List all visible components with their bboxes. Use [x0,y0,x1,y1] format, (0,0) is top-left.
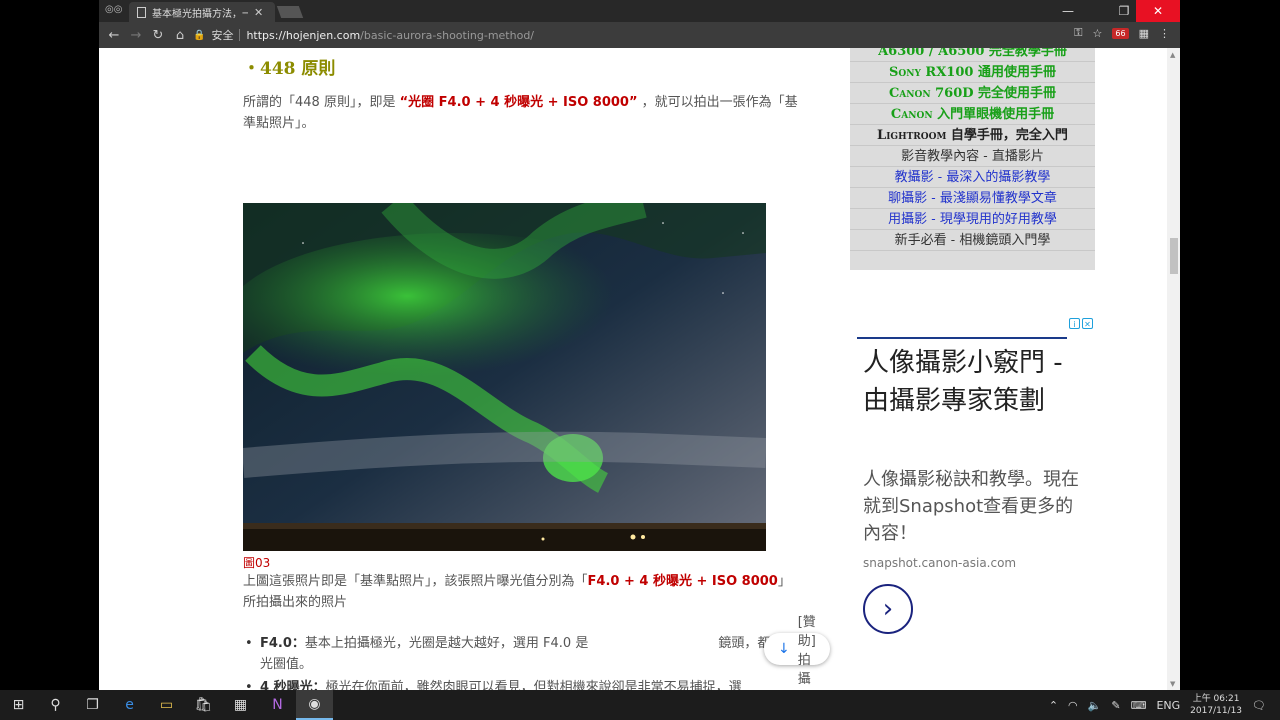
calculator-icon[interactable]: ▦ [222,690,259,720]
arrow-down-icon: ↓ [778,641,790,657]
ad-divider [857,337,1067,339]
photo-caption: 圖03 [243,556,271,570]
keyboard-icon[interactable]: ⌨ [1131,699,1147,712]
url-path: /basic-aurora-shooting-method/ [360,28,535,42]
security-label: 安全 [211,29,234,42]
sidebar-item-use[interactable]: 用攝影 - 現學現用的好用教學 [850,210,1095,230]
para2-highlight: F4.0 + 4 秒曝光 + ISO 8000 [587,574,778,589]
bullet-term: 4 秒曝光： [260,680,326,690]
browser-toolbar: ← → ↻ ⌂ 🔒 安全 https://hojenjen.com /basic… [99,22,1180,48]
chevron-up-icon[interactable]: ⌃ [1049,699,1058,712]
scroll-thumb[interactable] [1170,238,1178,274]
volume-icon[interactable]: 🔈 [1088,699,1102,712]
advertisement[interactable]: i ✕ 人像攝影小竅門 - 由攝影專家策劃 人像攝影秘訣和教學。現在就到Snap… [857,318,1095,690]
ad-chevron-right-icon[interactable]: › [863,584,913,634]
ad-close-icon[interactable]: ✕ [1082,318,1093,329]
para2-text: 上圖這張照片即是「基準點照片」，該張照片曝光值分別為「 [243,574,588,589]
ad-description[interactable]: 人像攝影秘訣和教學。現在就到Snapshot查看更多的內容！ [863,466,1083,547]
url-host: https://hojenjen.com [246,28,361,42]
paragraph-photo: 上圖這張照片即是「基準點照片」，該張照片曝光值分別為「F4.0 + 4 秒曝光 … [243,571,803,613]
pen-icon[interactable]: ✎ [1111,699,1120,712]
sidebar-item-lightroom[interactable]: Lightroom 自學手冊，完全入門 [850,126,1095,146]
wifi-icon[interactable]: ◠ [1068,699,1078,712]
bullet-text: 極光在你面前，雖然肉眼可以看見，但對相機來說卻是非常不易捕捉，選 [325,680,742,690]
notification-icon[interactable]: 🗨 [1252,699,1266,712]
sidebar-item-talk[interactable]: 聊攝影 - 最淺顯易懂教學文章 [850,189,1095,209]
task-view-icon[interactable]: ❐ [74,690,111,720]
minimize-button[interactable]: — [1046,0,1090,22]
sponsored-content-button[interactable]: ↓ [贊助] 拍攝 [764,615,830,687]
system-tray: ⌃ ◠ 🔈 ✎ ⌨ ENG 上午 06:21 2017/11/13 🗨 [1049,690,1280,720]
sponsored-label: [贊助] 拍攝 [797,615,816,687]
sidebar-item-760d[interactable]: Canon 760D 完全使用手冊 [850,84,1095,104]
new-tab-button[interactable] [276,6,304,18]
search-icon[interactable]: ⚲ [37,690,74,720]
forward-arrow-icon[interactable]: → [125,28,147,43]
address-bar[interactable]: 🔒 安全 https://hojenjen.com /basic-aurora-… [189,25,1047,45]
page-scrollbar[interactable]: ▲ ▼ [1167,48,1180,690]
ad-title[interactable]: 人像攝影小竅門 - 由攝影專家策劃 [863,344,1083,420]
sidebar-menu: A6300 / A6500 完全教學手冊 Sony RX100 通用使用手冊 C… [850,48,1095,270]
scroll-down-icon[interactable]: ▼ [1170,680,1175,688]
windows-start-icon[interactable]: ⊞ [0,690,37,720]
chrome-icon[interactable]: ◉ [296,690,333,720]
clock[interactable]: 上午 06:21 2017/11/13 [1190,693,1242,717]
close-tab-icon[interactable]: ✕ [254,6,263,19]
sidebar-item-teach[interactable]: 教攝影 - 最深入的攝影教學 [850,168,1095,188]
list-item: 4 秒曝光：極光在你面前，雖然肉眼可以看見，但對相機來說卻是非常不易捕捉，選 [243,677,803,690]
onenote-icon[interactable]: N [259,690,296,720]
section-heading: ・448 原則 [243,59,336,79]
ad-info-icon[interactable]: i [1069,318,1080,329]
windows-taskbar: ⊞ ⚲ ❐ e ▭ 🛍 ▦ N ◉ ⌃ ◠ 🔈 ✎ ⌨ ENG 上午 06:21… [0,690,1280,720]
list-item: F4.0：基本上拍攝極光，光圈是越大越好，選用 F4.0 是 鏡頭，都有這光圈值… [243,633,803,675]
file-explorer-icon[interactable]: ▭ [148,690,185,720]
sidebar-item-rx100[interactable]: Sony RX100 通用使用手冊 [850,63,1095,83]
browser-window: ◎◎ 基本極光拍攝方法，一 ✕ — ❐ ✕ ← → ↻ ⌂ 🔒 安全 https… [99,0,1180,690]
paragraph-448: 所謂的「448 原則」，即是 “光圈 F4.0 + 4 秒曝光 + ISO 80… [243,92,809,134]
edge-icon[interactable]: e [111,690,148,720]
sidebar-item-beginner[interactable]: 新手必看 - 相機鏡頭入門學 [850,231,1095,251]
bullet-term: F4.0： [260,636,305,651]
browser-tab[interactable]: 基本極光拍攝方法，一 ✕ [129,2,275,22]
close-window-button[interactable]: ✕ [1136,0,1180,22]
star-icon[interactable]: ☆ [1093,27,1103,40]
sidebar-item-a6300[interactable]: A6300 / A6500 完全教學手冊 [850,48,1095,62]
lock-icon: 🔒 [193,29,206,41]
clock-time: 上午 06:21 [1192,694,1240,704]
web-page: ・448 原則 所謂的「448 原則」，即是 “光圈 F4.0 + 4 秒曝光 … [99,48,1167,690]
para1-highlight: “光圈 F4.0 + 4 秒曝光 + ISO 8000” [399,95,638,110]
store-icon[interactable]: 🛍 [185,690,222,720]
bullet-text: 基本上拍攝極光，光圈是越大越好，選用 F4.0 是 鏡頭，都有這光圈值。 [260,636,797,672]
separator [239,29,241,41]
extension-badge[interactable]: 66 [1112,27,1129,39]
bullet-list: F4.0：基本上拍攝極光，光圈是越大越好，選用 F4.0 是 鏡頭，都有這光圈值… [243,633,803,690]
extension-icon[interactable]: ▦ [1139,27,1149,40]
language-indicator[interactable]: ENG [1156,699,1180,712]
sidebar-item-video[interactable]: 影音教學內容 - 直播影片 [850,147,1095,167]
home-icon[interactable]: ⌂ [169,28,191,43]
back-arrow-icon[interactable]: ← [103,28,125,43]
menu-icon[interactable]: ⋮ [1159,27,1170,40]
key-icon[interactable]: ⚿ [1074,26,1082,40]
sidebar-item-canon-entry[interactable]: Canon 入門單眼機使用手冊 [850,105,1095,125]
reload-icon[interactable]: ↻ [147,28,169,43]
tab-title: 基本極光拍攝方法，一 [152,8,248,20]
title-bar: ◎◎ 基本極光拍攝方法，一 ✕ — ❐ ✕ [99,0,1180,22]
incognito-icon: ◎◎ [105,4,123,15]
scroll-up-icon[interactable]: ▲ [1170,51,1175,59]
ad-domain[interactable]: snapshot.canon-asia.com [863,556,1016,570]
clock-date: 2017/11/13 [1190,706,1243,716]
para1-text: 所謂的「448 原則」，即是 [243,95,400,110]
page-icon [137,6,146,18]
aurora-photo [243,203,766,551]
ad-choices[interactable]: i ✕ [1069,318,1093,329]
